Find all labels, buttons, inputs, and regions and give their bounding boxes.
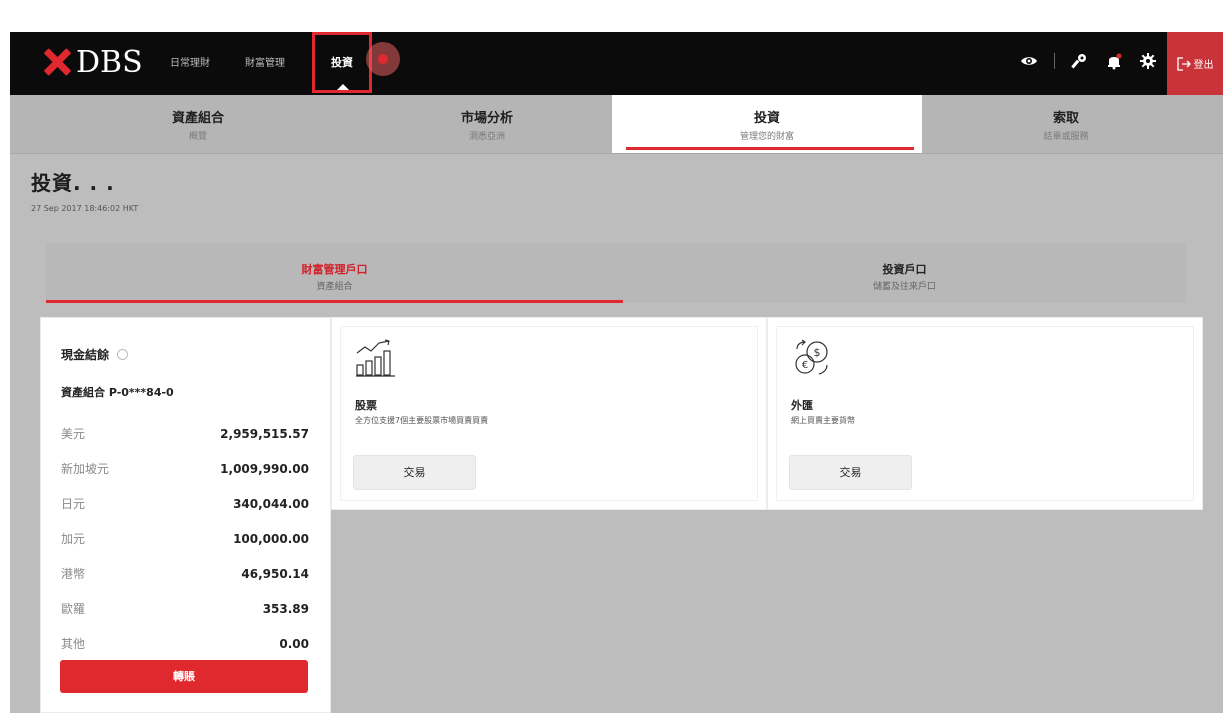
- key-icon[interactable]: [1071, 52, 1089, 70]
- gear-icon[interactable]: [1139, 52, 1157, 70]
- tab-subtitle: 結單或服務: [1043, 132, 1089, 142]
- currency-amount: 0.00: [279, 636, 309, 651]
- stocks-description: 全方位支援7個主要股票市場買賣買賣: [355, 416, 489, 425]
- account-tab-subtitle: 資產組合: [316, 282, 353, 292]
- tab-subtitle: 管理您的財富: [739, 132, 794, 142]
- forex-trade-button[interactable]: 交易: [789, 455, 912, 490]
- account-tab-subtitle: 儲蓄及往來戶口: [872, 282, 936, 292]
- active-caret-icon: [337, 84, 349, 90]
- tab-invest[interactable]: 投資 管理您的財富: [612, 95, 922, 153]
- top-nav-bar: DBS 日常理財 財富管理 投資 登出: [10, 32, 1223, 95]
- portfolio-number: 資產組合 P-0***84-0: [61, 386, 174, 399]
- svg-text:$: $: [814, 346, 821, 359]
- currency-name: 歐羅: [61, 602, 86, 616]
- tab-title: 投資: [753, 111, 780, 126]
- stocks-title: 股票: [355, 399, 377, 412]
- dbs-logo[interactable]: DBS: [43, 44, 143, 80]
- header-icon-group: [1020, 52, 1157, 70]
- currency-amount: 1,009,990.00: [220, 461, 309, 476]
- app-window: DBS 日常理財 財富管理 投資 登出 資產組合 概覽 市場分析 洞悉亞洲 投資…: [10, 32, 1223, 713]
- logout-icon: [1176, 56, 1191, 71]
- tab-subtitle: 洞悉亞洲: [468, 132, 505, 142]
- stocks-trade-button[interactable]: 交易: [353, 455, 476, 490]
- cash-balance-label: 現金結餘: [61, 348, 110, 362]
- svg-text:€: €: [802, 360, 808, 371]
- tab-investment-account[interactable]: 投資戶口 儲蓄及往來戶口: [623, 243, 1186, 303]
- nav-item-invest-label: 投資: [331, 56, 353, 69]
- nav-item-daily-banking[interactable]: 日常理財: [170, 54, 210, 69]
- active-account-underline: [46, 300, 623, 303]
- forex-title: 外匯: [791, 399, 813, 412]
- balance-row: 歐羅 353.89: [61, 591, 309, 626]
- currency-name: 美元: [61, 427, 86, 441]
- stocks-card-body: 股票 全方位支援7個主要股票市場買賣買賣 交易: [340, 326, 758, 501]
- balance-row: 日元 340,044.00: [61, 486, 309, 521]
- touch-indicator: [366, 42, 400, 76]
- tab-title: 索取: [1052, 111, 1079, 126]
- logo-text: DBS: [76, 44, 143, 80]
- balance-row: 美元 2,959,515.57: [61, 416, 309, 451]
- nav-item-invest[interactable]: 投資: [312, 32, 372, 93]
- balance-row: 其他 0.00: [61, 626, 309, 661]
- forex-card-body: $ € 外匯 網上買賣主要貨幣 交易: [776, 326, 1194, 501]
- page-title: 投資. . .: [31, 171, 115, 195]
- cash-balance-panel: 現金結餘 資產組合 P-0***84-0 美元 2,959,515.57 新加坡…: [40, 317, 331, 713]
- account-tab-title: 投資戶口: [882, 263, 927, 276]
- header-divider: [1054, 53, 1055, 69]
- timestamp: 27 Sep 2017 18:46:02 HKT: [31, 204, 139, 213]
- account-tabs: 財富管理戶口 資產組合 投資戶口 儲蓄及往來戶口: [46, 243, 1186, 303]
- currency-name: 新加坡元: [61, 462, 110, 476]
- cash-balance-title: 現金結餘: [61, 346, 129, 363]
- dbs-logo-mark-icon: [43, 48, 72, 76]
- currency-amount: 100,000.00: [233, 531, 309, 546]
- bell-icon[interactable]: [1105, 52, 1123, 70]
- balance-row: 港幣 46,950.14: [61, 556, 309, 591]
- tab-subtitle: 概覽: [188, 132, 207, 142]
- account-tab-title: 財富管理戶口: [301, 263, 368, 276]
- logout-label: 登出: [1193, 60, 1214, 71]
- forex-card: $ € 外匯 網上買賣主要貨幣 交易: [767, 317, 1203, 510]
- active-tab-underline: [626, 147, 914, 150]
- currency-name: 日元: [61, 497, 86, 511]
- info-icon[interactable]: [117, 349, 129, 360]
- tab-portfolio[interactable]: 資產組合 概覽: [48, 95, 348, 153]
- nav-item-wealth-management[interactable]: 財富管理: [245, 54, 285, 69]
- tab-wealth-account[interactable]: 財富管理戶口 資產組合: [46, 243, 623, 303]
- currency-name: 其他: [61, 637, 86, 651]
- balance-row: 新加坡元 1,009,990.00: [61, 451, 309, 486]
- currency-name: 港幣: [61, 567, 86, 581]
- currency-exchange-icon: $ €: [795, 339, 828, 375]
- tab-title: 資產組合: [171, 111, 224, 126]
- currency-amount: 340,044.00: [233, 496, 309, 511]
- currency-amount: 353.89: [262, 601, 309, 616]
- eye-icon[interactable]: [1020, 52, 1038, 70]
- tab-title: 市場分析: [460, 111, 513, 126]
- stocks-card: 股票 全方位支援7個主要股票市場買賣買賣 交易: [331, 317, 767, 510]
- balance-list: 美元 2,959,515.57 新加坡元 1,009,990.00 日元 340…: [61, 416, 309, 661]
- currency-name: 加元: [61, 532, 86, 546]
- tab-request[interactable]: 索取 結單或服務: [916, 95, 1216, 153]
- transfer-button[interactable]: 轉賬: [60, 660, 308, 693]
- tab-market-analysis[interactable]: 市場分析 洞悉亞洲: [337, 95, 637, 153]
- logout-button[interactable]: 登出: [1167, 32, 1223, 95]
- stock-chart-icon: [356, 339, 395, 377]
- forex-description: 網上買賣主要貨幣: [791, 416, 855, 425]
- currency-amount: 2,959,515.57: [220, 426, 309, 441]
- section-tabs: 資產組合 概覽 市場分析 洞悉亞洲 投資 管理您的財富 索取 結單或服務: [10, 95, 1223, 154]
- balance-row: 加元 100,000.00: [61, 521, 309, 556]
- currency-amount: 46,950.14: [241, 566, 309, 581]
